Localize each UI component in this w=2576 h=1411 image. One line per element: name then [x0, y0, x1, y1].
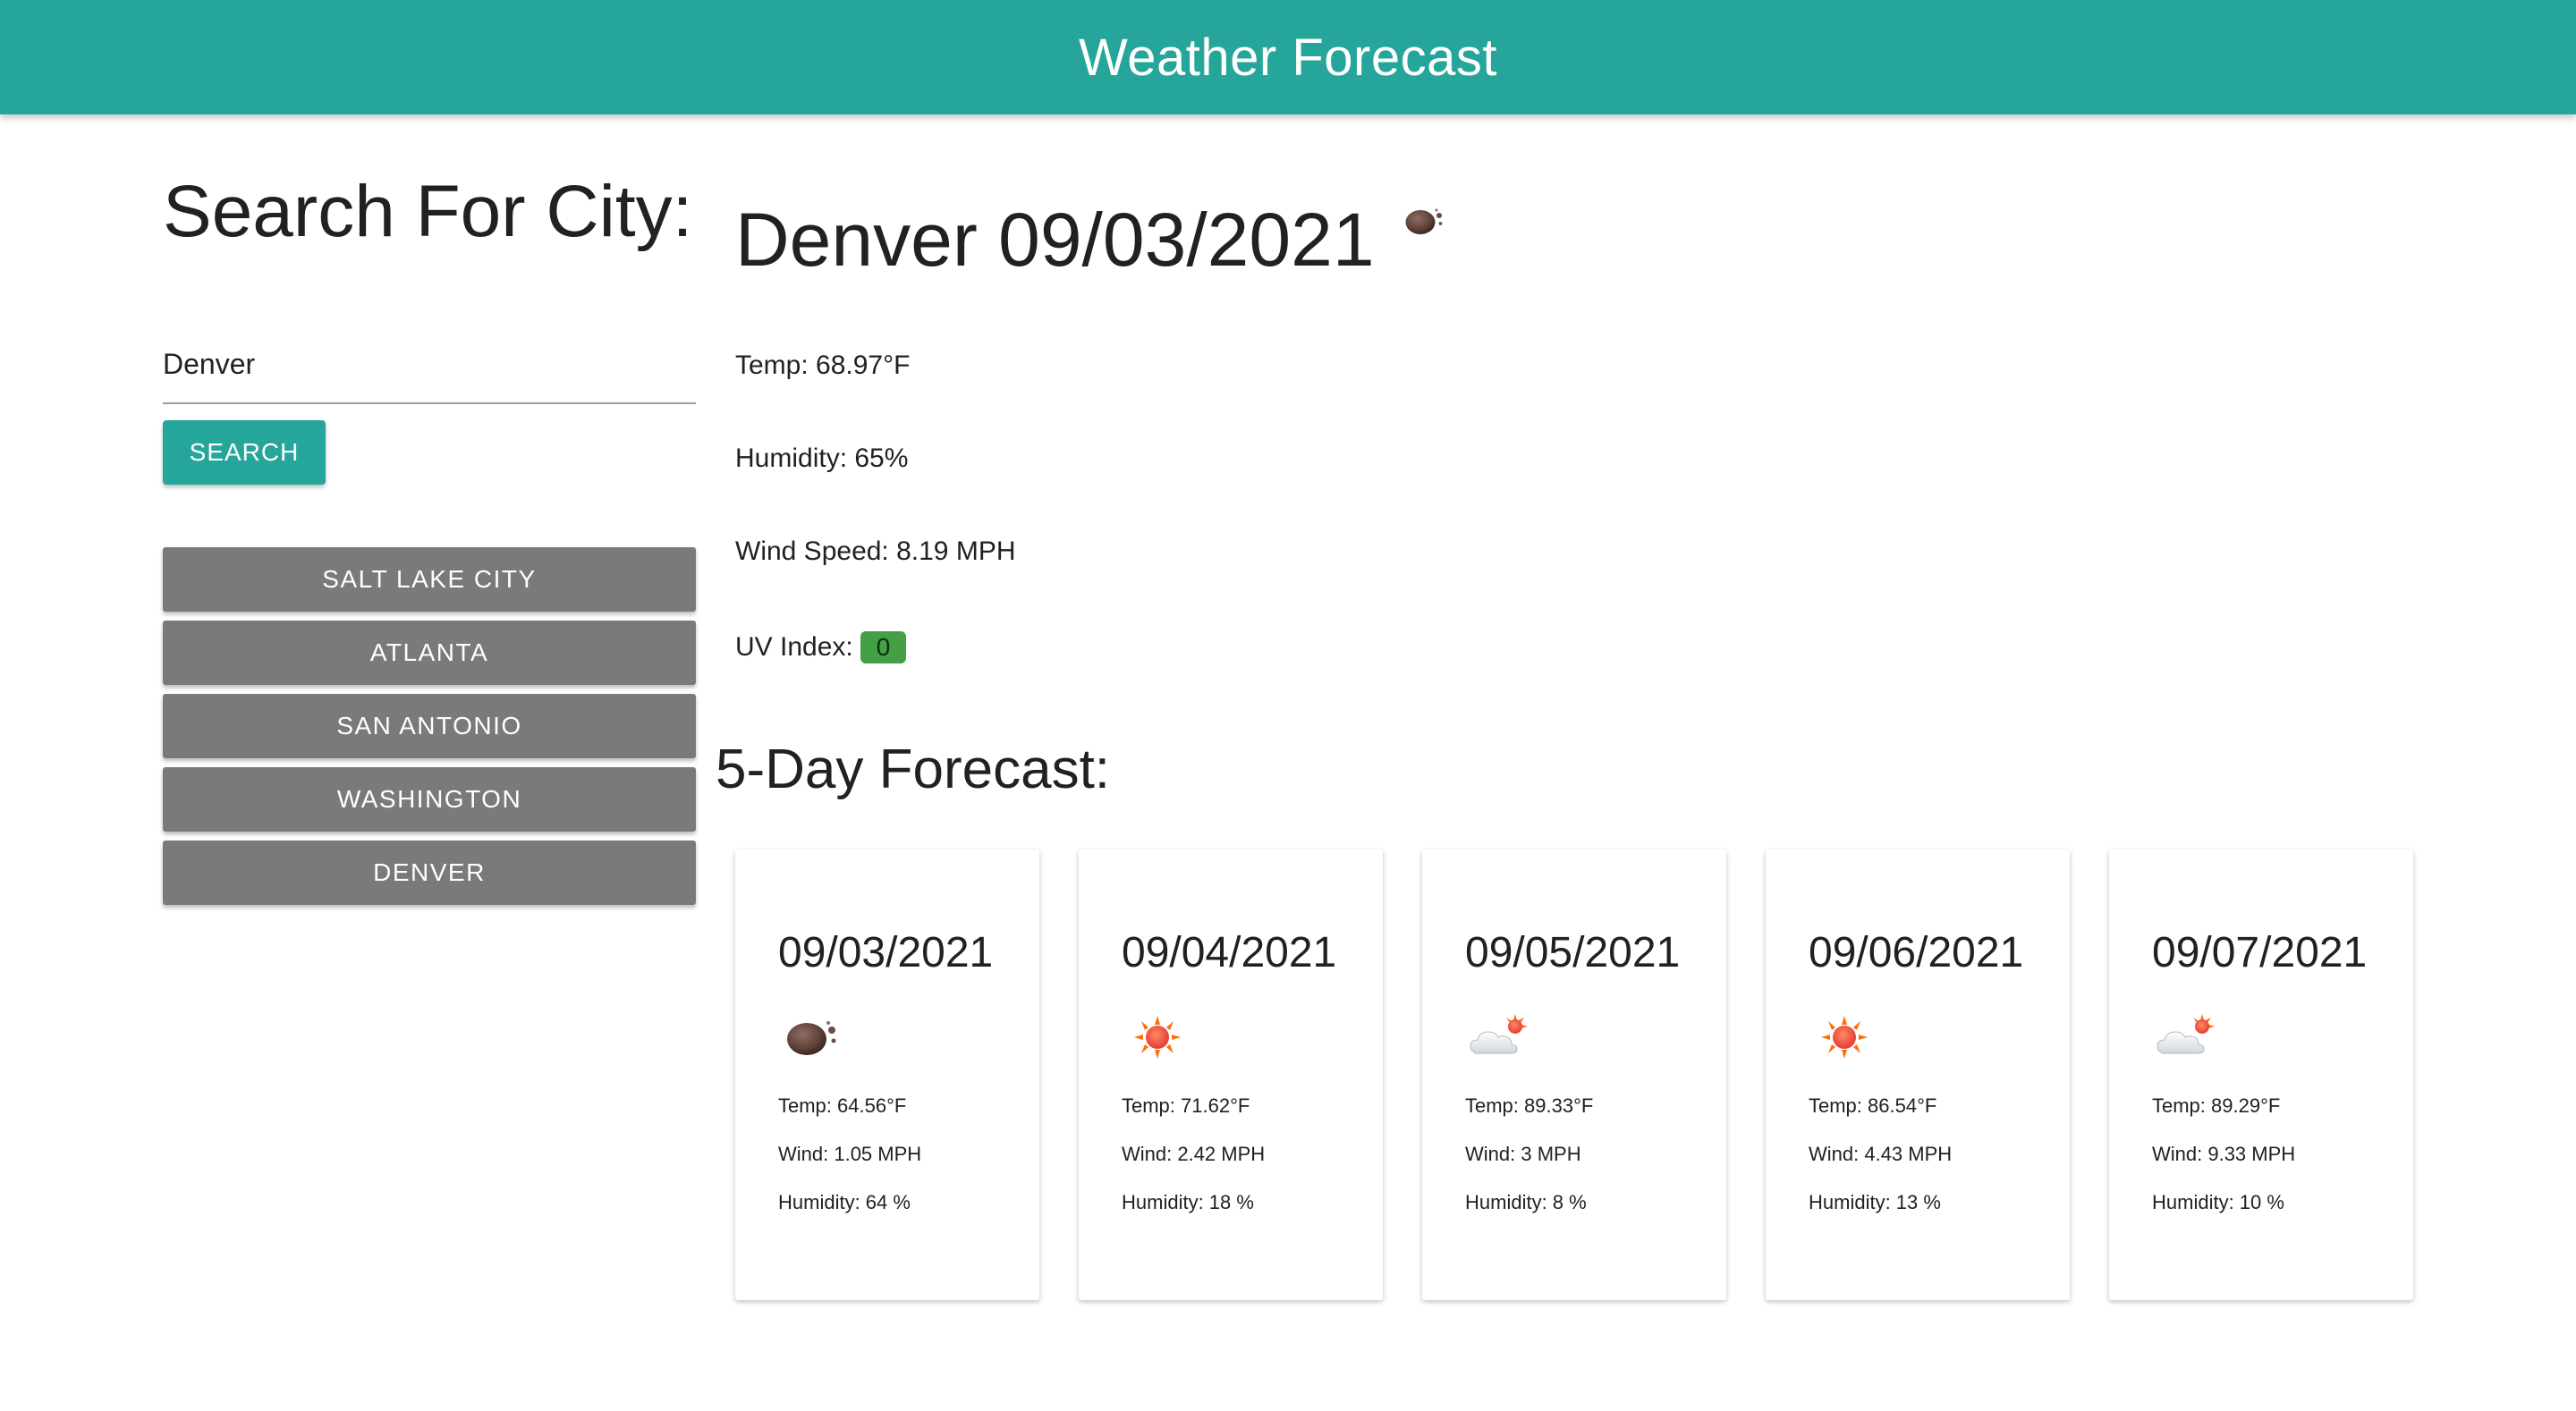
- history-button-salt-lake-city[interactable]: SALT LAKE CITY: [163, 547, 696, 612]
- forecast-humidity: Humidity: 13 %: [1809, 1191, 1941, 1213]
- sun-icon: [1122, 1010, 1193, 1064]
- forecast-temp: Temp: 86.54°F: [1809, 1094, 1937, 1117]
- cloud-sun-icon: [1465, 1010, 1537, 1064]
- forecast-date: 09/05/2021: [1465, 929, 1681, 976]
- forecast-card: 09/06/2021 Temp: 86.54°F Wind: 4.43 MPH …: [1766, 849, 2070, 1300]
- forecast-temp: Temp: 71.62°F: [1122, 1094, 1250, 1117]
- forecast-temp: Temp: 89.33°F: [1465, 1094, 1594, 1117]
- search-heading: Search For City:: [163, 171, 693, 252]
- city-search-input[interactable]: [163, 336, 696, 404]
- forecast-humidity: Humidity: 18 %: [1122, 1191, 1254, 1213]
- uv-index-badge: 0: [860, 631, 907, 663]
- forecast-date: 09/06/2021: [1809, 929, 2024, 976]
- forecast-heading: 5-Day Forecast:: [716, 739, 1111, 800]
- current-humidity: Humidity: 65%: [735, 444, 909, 473]
- forecast-card: 09/05/2021 Temp: 89.33°F Wind: 3 MPH Hum…: [1422, 849, 1726, 1300]
- forecast-date: 09/07/2021: [2152, 929, 2368, 976]
- forecast-card: 09/04/2021 Temp: 71.62°F Wind: 2.42 MPH …: [1079, 849, 1383, 1300]
- forecast-wind: Wind: 1.05 MPH: [778, 1143, 922, 1165]
- forecast-temp: Temp: 89.29°F: [2152, 1094, 2281, 1117]
- forecast-humidity: Humidity: 10 %: [2152, 1191, 2284, 1213]
- history-button-atlanta[interactable]: ATLANTA: [163, 621, 696, 685]
- app-title: Weather Forecast: [1079, 28, 1497, 87]
- forecast-wind: Wind: 3 MPH: [1465, 1143, 1581, 1165]
- forecast-wind: Wind: 9.33 MPH: [2152, 1143, 2296, 1165]
- moon-icon: [1399, 199, 1453, 243]
- history-button-denver[interactable]: DENVER: [163, 841, 696, 905]
- forecast-card: 09/07/2021 Temp: 89.29°F Wind: 9.33 MPH …: [2109, 849, 2413, 1300]
- uv-index-label: UV Index:: [735, 632, 853, 662]
- forecast-wind: Wind: 2.42 MPH: [1122, 1143, 1266, 1165]
- forecast-wind: Wind: 4.43 MPH: [1809, 1143, 1953, 1165]
- forecast-temp: Temp: 64.56°F: [778, 1094, 907, 1117]
- current-city-title: Denver 09/03/2021: [735, 198, 1375, 282]
- history-button-san-antonio[interactable]: SAN ANTONIO: [163, 694, 696, 758]
- search-button[interactable]: SEARCH: [163, 420, 326, 485]
- sun-icon: [1809, 1010, 1880, 1064]
- forecast-cards: 09/03/2021 Temp: 64.56°F Wind: 1.05 MPH …: [735, 849, 2413, 1300]
- cloud-sun-icon: [2152, 1010, 2224, 1064]
- forecast-humidity: Humidity: 8 %: [1465, 1191, 1587, 1213]
- current-temp: Temp: 68.97°F: [735, 351, 911, 380]
- top-bar: Weather Forecast: [0, 0, 2576, 114]
- current-uv-index: UV Index: 0: [735, 631, 907, 663]
- forecast-date: 09/03/2021: [778, 929, 994, 976]
- current-wind-speed: Wind Speed: 8.19 MPH: [735, 537, 1016, 566]
- moon-icon: [778, 1010, 850, 1064]
- search-history-list: SALT LAKE CITY ATLANTA SAN ANTONIO WASHI…: [163, 547, 696, 914]
- history-button-washington[interactable]: WASHINGTON: [163, 767, 696, 832]
- forecast-humidity: Humidity: 64 %: [778, 1191, 911, 1213]
- forecast-card: 09/03/2021 Temp: 64.56°F Wind: 1.05 MPH …: [735, 849, 1039, 1300]
- forecast-date: 09/04/2021: [1122, 929, 1337, 976]
